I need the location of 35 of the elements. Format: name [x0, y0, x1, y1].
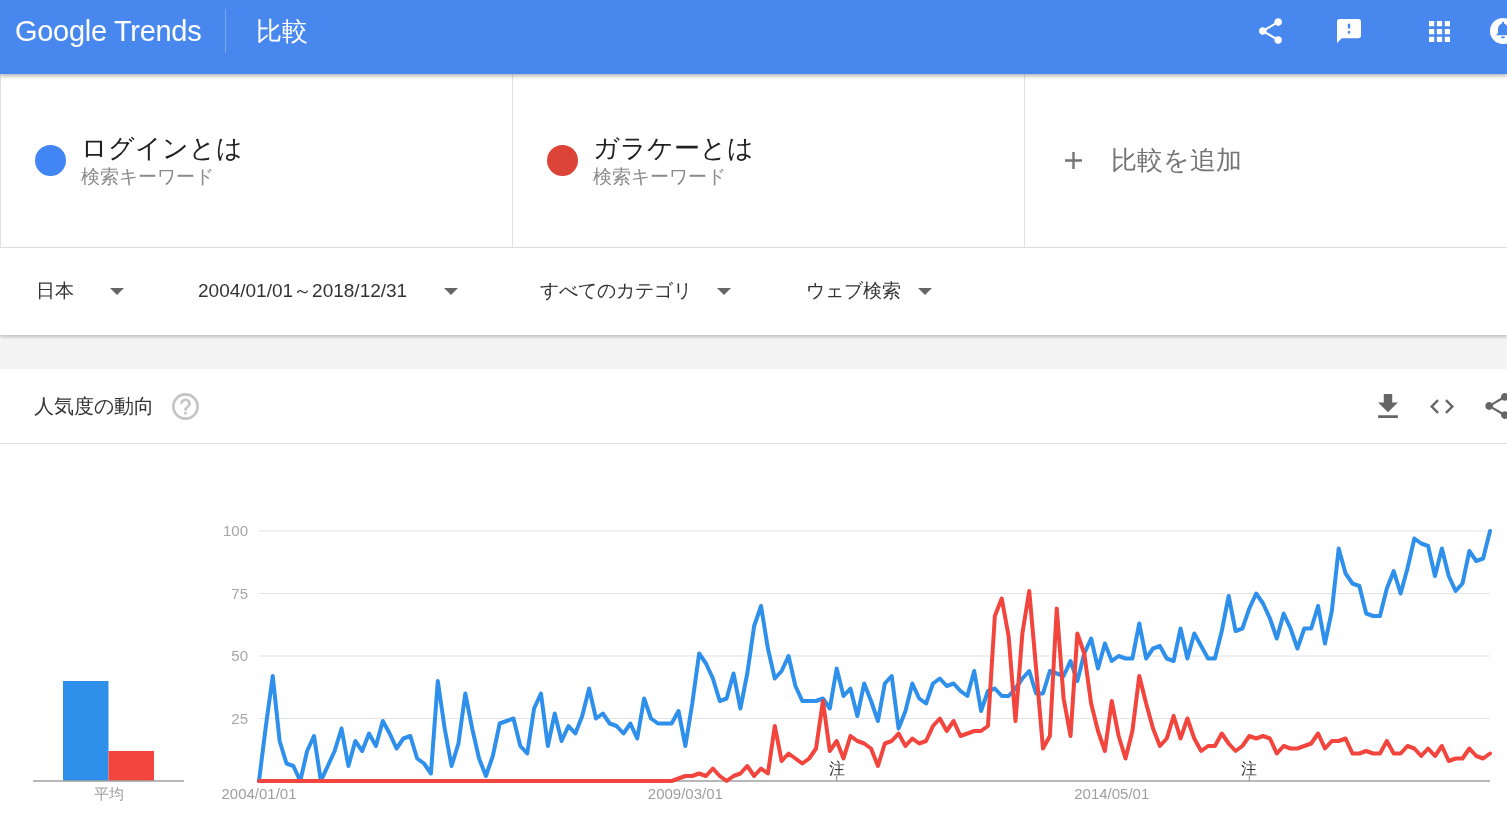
- add-comparison-button[interactable]: 比較を追加: [1065, 141, 1242, 180]
- logo-text[interactable]: Google Trends: [15, 16, 202, 46]
- search-term: ログインとは: [81, 131, 243, 164]
- axis-label: 2014/05/01: [1074, 785, 1150, 802]
- axis-label: 25: [231, 709, 248, 727]
- axis-label: 50: [231, 647, 248, 664]
- axis-label: 2004/01/01: [221, 785, 297, 802]
- filter-dropdown[interactable]: 2004/01/01～2018/12/31: [198, 277, 458, 306]
- annotation: 注: [1241, 760, 1258, 777]
- bell-icon[interactable]: [1490, 18, 1507, 44]
- share-icon[interactable]: [1484, 393, 1507, 419]
- filter-dropdown[interactable]: 日本: [36, 277, 124, 306]
- axis-label: 100: [222, 522, 248, 539]
- caret-icon: [444, 288, 458, 295]
- caret-icon: [918, 288, 932, 295]
- axis-label: 2009/03/01: [647, 785, 723, 802]
- share-icon[interactable]: [1259, 18, 1282, 44]
- term-type-label: 検索キーワード: [81, 164, 215, 189]
- apps-grid-icon[interactable]: [1429, 20, 1450, 42]
- axis-label: 75: [231, 584, 248, 602]
- download-icon[interactable]: [1378, 394, 1398, 418]
- feedback-icon[interactable]: [1337, 19, 1361, 43]
- caret-icon: [110, 288, 124, 295]
- filter-dropdown[interactable]: すべてのカテゴリ: [540, 277, 731, 306]
- section-title: 人気度の動向: [34, 394, 154, 419]
- embed-code-icon[interactable]: [1430, 398, 1454, 414]
- page-title: 比較: [256, 18, 309, 44]
- annotation: 注: [828, 760, 845, 777]
- caret-icon: [717, 288, 731, 295]
- search-term-card[interactable]: ガラケーとは 検索キーワード: [513, 74, 1025, 247]
- filter-dropdown[interactable]: ウェブ検索: [806, 277, 932, 306]
- term-type-label: 検索キーワード: [593, 164, 727, 189]
- plus-icon: [1065, 152, 1082, 169]
- search-term-card[interactable]: ログインとは 検索キーワード: [1, 74, 513, 247]
- search-term: ガラケーとは: [593, 131, 754, 164]
